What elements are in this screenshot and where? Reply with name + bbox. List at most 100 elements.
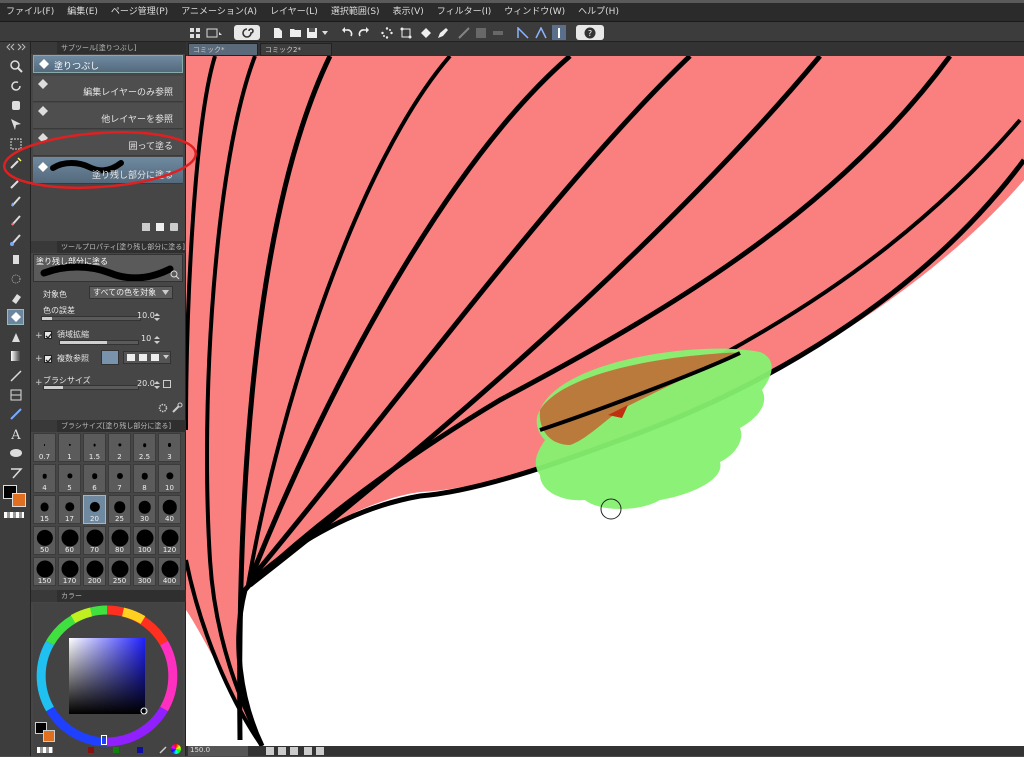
balloon-icon[interactable] <box>7 446 24 462</box>
layout-icon[interactable] <box>205 25 225 40</box>
zoom-out-icon[interactable] <box>266 747 274 755</box>
brush-size-slider[interactable] <box>43 385 139 390</box>
ruler-icon[interactable] <box>516 25 530 40</box>
brush-size-option[interactable]: 100 <box>133 526 156 555</box>
pencil-icon[interactable] <box>7 212 24 228</box>
brush-size-option[interactable]: 120 <box>158 526 181 555</box>
color-margin-slider[interactable] <box>41 316 141 321</box>
zoom-icon[interactable] <box>7 58 24 74</box>
search-icon[interactable] <box>170 270 180 280</box>
spin-icon[interactable] <box>153 335 161 345</box>
fill-bucket-icon[interactable] <box>418 25 432 40</box>
hue-indicator[interactable] <box>101 735 107 745</box>
menu-item[interactable]: 選択範囲(S) <box>331 4 380 17</box>
color-mode-icon[interactable] <box>171 744 181 754</box>
tab-comic2[interactable]: コミック2* <box>260 43 332 56</box>
decoration-icon[interactable] <box>7 271 24 287</box>
brush-size-option[interactable]: 6 <box>83 464 106 493</box>
brush-size-option[interactable]: 2.5 <box>133 433 156 462</box>
menu-item[interactable]: ファイル(F) <box>6 4 54 17</box>
brush-size-option[interactable]: 2 <box>108 433 131 462</box>
area-scaling-slider[interactable] <box>59 340 139 345</box>
save-icon[interactable] <box>305 25 319 40</box>
menu-item[interactable]: 表示(V) <box>393 4 424 17</box>
menu-item[interactable]: レイヤー(L) <box>270 4 318 17</box>
frame-icon[interactable] <box>7 387 24 403</box>
brush-size-preview-icon[interactable] <box>163 380 171 388</box>
brush-size-option[interactable]: 300 <box>133 557 156 586</box>
chevron-down-icon[interactable] <box>320 25 330 40</box>
brush-size-option[interactable]: 150 <box>33 557 56 586</box>
gradient-icon[interactable] <box>7 348 24 364</box>
duplicate-icon[interactable] <box>142 223 150 231</box>
expand-plus-icon[interactable]: + <box>35 331 43 341</box>
fill-tool-icon[interactable] <box>7 309 24 325</box>
rotate-left-icon[interactable] <box>304 747 312 755</box>
menu-item[interactable]: ウィンドウ(W) <box>504 4 565 17</box>
clip-studio-icon[interactable] <box>234 25 260 40</box>
brush-size-option[interactable]: 200 <box>83 557 106 586</box>
zoom-value[interactable]: 150.0 <box>188 746 248 756</box>
hand-icon[interactable] <box>7 97 24 113</box>
new-file-icon[interactable] <box>272 25 284 40</box>
transform-icon[interactable] <box>399 25 413 40</box>
pen-icon[interactable] <box>436 25 450 40</box>
grid-icon[interactable] <box>188 25 202 40</box>
rotate-right-icon[interactable] <box>316 747 324 755</box>
brush-size-option[interactable]: 0.7 <box>33 433 56 462</box>
loading-icon[interactable] <box>380 25 394 40</box>
collapse-icon[interactable] <box>0 42 31 51</box>
zoom-in-icon[interactable] <box>278 747 286 755</box>
menu-item[interactable]: アニメーション(A) <box>181 4 257 17</box>
brush-size-option[interactable]: 60 <box>58 526 81 555</box>
menu-item[interactable]: ページ管理(P) <box>111 4 168 17</box>
snap-ruler-icon[interactable] <box>491 25 505 40</box>
redo-icon[interactable] <box>357 25 371 40</box>
brush-size-option[interactable]: 170 <box>58 557 81 586</box>
color-panel-transparent-swatch[interactable] <box>37 747 53 753</box>
tab-comic[interactable]: コミック* <box>188 43 258 56</box>
snap-icon[interactable] <box>457 25 471 40</box>
brush-size-option[interactable]: 30 <box>133 495 156 524</box>
snap-grid-icon[interactable] <box>474 25 488 40</box>
wrench-icon[interactable] <box>171 402 183 414</box>
brush-size-option[interactable]: 20 <box>83 495 106 524</box>
multi-ref-checkbox[interactable] <box>44 355 53 364</box>
transparent-color-swatch[interactable] <box>4 512 24 518</box>
new-subtool-icon[interactable] <box>156 223 164 231</box>
brush-size-option[interactable]: 70 <box>83 526 106 555</box>
fit-icon[interactable] <box>290 747 298 755</box>
sub-color-swatch[interactable] <box>12 493 26 507</box>
brush-size-option[interactable]: 15 <box>33 495 56 524</box>
brush-size-option[interactable]: 3 <box>158 433 181 462</box>
brush-size-option[interactable]: 10 <box>158 464 181 493</box>
target-color-select[interactable]: すべての色を対象 <box>89 286 173 299</box>
undo-icon[interactable] <box>340 25 354 40</box>
area-scaling-checkbox[interactable] <box>44 331 53 340</box>
expand-plus-icon[interactable]: + <box>35 378 43 388</box>
subtool-item-edit-layer-only[interactable]: 編集レイヤーのみ参照 <box>33 76 183 102</box>
ref-layer-options-icon[interactable] <box>123 351 171 364</box>
brush-size-option[interactable]: 1 <box>58 433 81 462</box>
color-wheel[interactable] <box>33 603 183 753</box>
trash-icon[interactable] <box>170 223 178 231</box>
brush-size-option[interactable]: 250 <box>108 557 131 586</box>
menu-item[interactable]: ヘルプ(H) <box>578 4 619 17</box>
brush-size-option[interactable]: 1.5 <box>83 433 106 462</box>
brush-size-option[interactable]: 40 <box>158 495 181 524</box>
spin-icon[interactable] <box>153 312 161 322</box>
airbrush-icon[interactable] <box>7 251 24 267</box>
menu-item[interactable]: 編集(E) <box>67 4 98 17</box>
brush-size-option[interactable]: 4 <box>33 464 56 493</box>
spin-icon[interactable] <box>153 380 161 390</box>
brush-size-option[interactable]: 50 <box>33 526 56 555</box>
subtool-group-tab[interactable]: 塗りつぶし <box>33 55 183 73</box>
brush-size-option[interactable]: 400 <box>158 557 181 586</box>
canvas[interactable] <box>186 56 1024 746</box>
color-panel-sub-swatch[interactable] <box>43 730 55 742</box>
open-folder-icon[interactable] <box>288 25 302 40</box>
brush-size-option[interactable]: 5 <box>58 464 81 493</box>
eraser-icon[interactable] <box>7 290 24 306</box>
ref-all-layers-icon[interactable] <box>101 350 119 365</box>
brush-size-option[interactable]: 80 <box>108 526 131 555</box>
